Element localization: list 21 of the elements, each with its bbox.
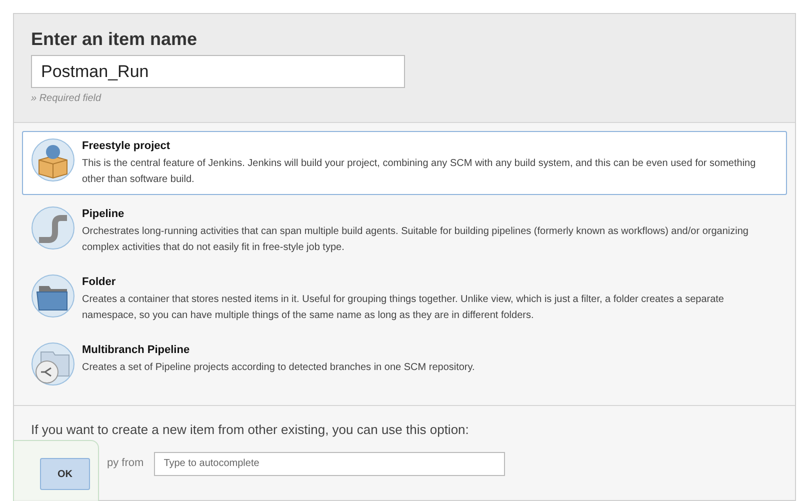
item-type-option[interactable]: Multibranch Pipeline Creates a set of Pipeline projects according to detected branches in one SCM repository.	[22, 335, 787, 393]
required-hint: » Required field	[31, 92, 102, 106]
item-type-option[interactable]: Freestyle project This is the central feature of Jenkins. Jenkins will build your project, combining any SCM with any build system, and this can be even used for something other than software build.	[22, 131, 787, 195]
item-name-field[interactable]: Postman_Run	[31, 55, 405, 88]
folder-icon	[31, 274, 75, 318]
pipe-icon	[31, 206, 75, 250]
item-type-description: This is the central feature of Jenkins. Jenkins will build your project, combining any SCM with any build system, and this can be even used for something other than software build.	[82, 157, 757, 187]
copy-from-field[interactable]: Type to autocomplete	[154, 452, 505, 476]
item-type-description: Orchestrates long-running activities that can span multiple build agents. Suitable for building pipelines (formerly known as workflows) and/or organizing complex activities that do not easily fit in free-style job type.	[82, 225, 750, 255]
copy-prompt: If you want to create a new item from other existing, you can use this option:	[31, 421, 470, 439]
page-title: Enter an item name	[31, 28, 198, 50]
item-type-title: Multibranch Pipeline	[82, 343, 191, 358]
package-icon	[31, 138, 75, 182]
item-type-title: Folder	[82, 275, 117, 290]
ok-button[interactable]: OK	[40, 458, 90, 490]
item-type-title: Freestyle project	[82, 139, 172, 154]
branch-folder-icon	[31, 342, 75, 386]
item-type-description: Creates a container that stores nested items in it. Useful for grouping things together. Unlike view, which is just a filter, a folder creates a separate namespace, so you can have multiple things of the same name as long as they are in different folders.	[82, 293, 725, 323]
copy-from-label: py from	[107, 456, 144, 472]
item-type-description: Creates a set of Pipeline projects according to detected branches in one SCM repository.	[82, 361, 476, 375]
item-type-title: Pipeline	[82, 207, 126, 222]
